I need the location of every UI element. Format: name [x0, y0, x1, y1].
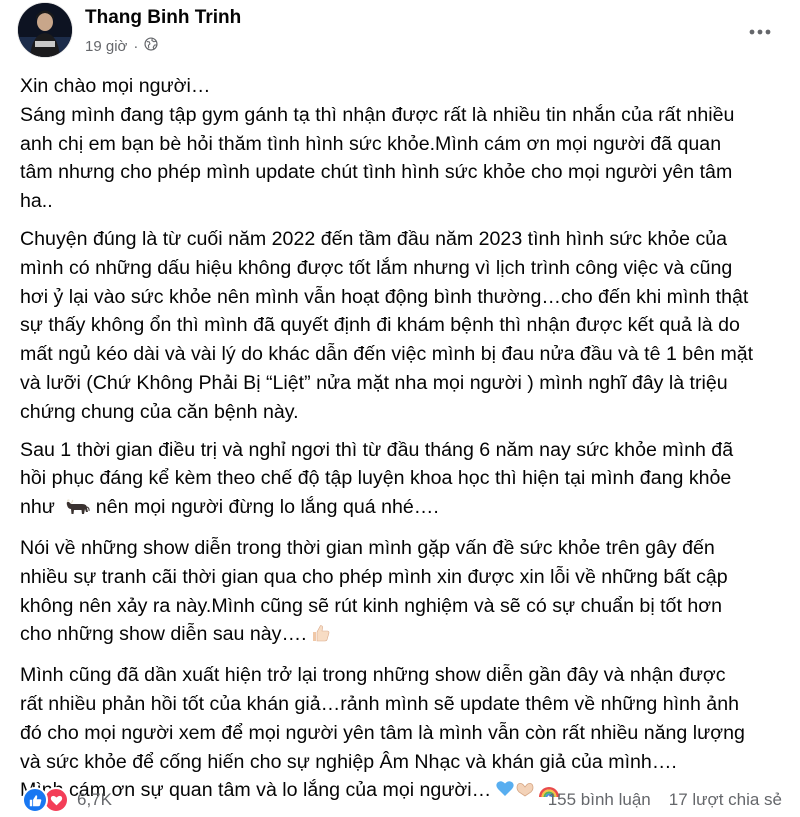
post-text-line: rất nhiều phản hồi tốt của khán giả…rảnh… — [20, 692, 739, 715]
like-icon — [22, 787, 48, 813]
post-text-line: như nên mọi người đừng lo lắng quá nhé…. — [20, 493, 788, 525]
reactions-count: 6,7K — [77, 790, 112, 809]
author-avatar[interactable] — [18, 3, 72, 57]
post-text-line: và sức khỏe để cống hiến cho sự nghiệp Â… — [20, 750, 677, 773]
post-text-line: mất ngủ kéo dài và vài lý do khác dẫn đế… — [20, 343, 754, 366]
post-text-line: cho những show diễn sau này…. — [20, 620, 788, 652]
shares-count-link[interactable]: 17 lượt chia sẻ — [669, 790, 782, 810]
post-paragraph: Nói về những show diễn trong thời gian m… — [20, 534, 788, 652]
separator-dot: · — [133, 37, 139, 55]
post-text-line: Nói về những show diễn trong thời gian m… — [20, 536, 715, 559]
more-options-button[interactable] — [742, 14, 778, 50]
globe-icon[interactable] — [144, 37, 158, 55]
thumbs-up-emoji — [311, 623, 331, 652]
post-text-line: và lưỡi (Chứ Không Phải Bị “Liệt” nửa mặ… — [20, 371, 728, 394]
post-text-segment: cho những show diễn sau này…. — [20, 623, 307, 646]
post-text-line: ha.. — [20, 190, 53, 213]
post-text-line: đó cho mọi người xem để mọi người yên tâ… — [20, 721, 745, 744]
author-name[interactable]: Thang Binh Trinh — [85, 7, 241, 29]
post-time[interactable]: 19 giờ — [85, 38, 127, 55]
post-footer: 6,7K 155 bình luận 17 lượt chia sẻ — [22, 786, 782, 814]
post-text-line: sự thấy không ổn thì mình đã quyết định … — [20, 314, 740, 337]
post-text-segment: như — [20, 496, 61, 519]
post-subline: 19 giờ · — [85, 37, 241, 55]
post-text-line: Mình cũng đã dần xuất hiện trở lại trong… — [20, 664, 726, 687]
post-text-line: Sau 1 thời gian điều trị và nghỉ ngơi th… — [20, 438, 734, 461]
ox-emoji — [64, 496, 90, 525]
post-body: Xin chào mọi người… Sáng mình đang tập gy… — [20, 72, 788, 817]
post-text-line: Sáng mình đang tập gym gánh tạ thì nhận … — [20, 103, 735, 126]
post-text-line: Xin chào mọi người… — [20, 75, 211, 97]
more-options-icon — [749, 29, 771, 35]
post-text-line: tâm nhưng cho phép mình update chút tình… — [20, 161, 733, 184]
post-text-line: nhiều sự tranh cãi thời gian qua cho phé… — [20, 565, 728, 588]
post-text-segment: nên mọi người đừng lo lắng quá nhé…. — [90, 496, 439, 519]
post-text-line: anh chị em bạn bè hỏi thăm tình hình sức… — [20, 132, 722, 155]
post-text-line: mình có những dấu hiệu không được tốt lắ… — [20, 256, 733, 279]
post-text-line: hồi phục đáng kể kèm theo chế độ tập luy… — [20, 467, 732, 490]
post-header: Thang Binh Trinh 19 giờ · — [18, 3, 241, 57]
post-paragraph: Xin chào mọi người… Sáng mình đang tập gy… — [20, 72, 788, 216]
post-text-line: không nên xảy ra này.Mình cũng sẽ rút ki… — [20, 594, 722, 617]
post-meta: Thang Binh Trinh 19 giờ · — [85, 3, 241, 55]
post-paragraph: Chuyện đúng là từ cuối năm 2022 đến tầm … — [20, 225, 788, 427]
reactions-summary[interactable]: 6,7K — [22, 787, 112, 813]
facebook-post: Thang Binh Trinh 19 giờ · Xin chào mọi n… — [0, 0, 800, 814]
post-text-line: Chuyện đúng là từ cuối năm 2022 đến tầm … — [20, 227, 728, 250]
avatar-image — [18, 3, 72, 57]
post-text-line: hơi ỷ lại vào sức khỏe nên mình vẫn hoạt… — [20, 285, 749, 308]
comments-count-link[interactable]: 155 bình luận — [548, 790, 651, 810]
post-paragraph: Sau 1 thời gian điều trị và nghỉ ngơi th… — [20, 436, 788, 525]
post-text-line: chứng chung của căn bệnh này. — [20, 400, 299, 423]
engagement-stats: 155 bình luận 17 lượt chia sẻ — [548, 790, 782, 810]
